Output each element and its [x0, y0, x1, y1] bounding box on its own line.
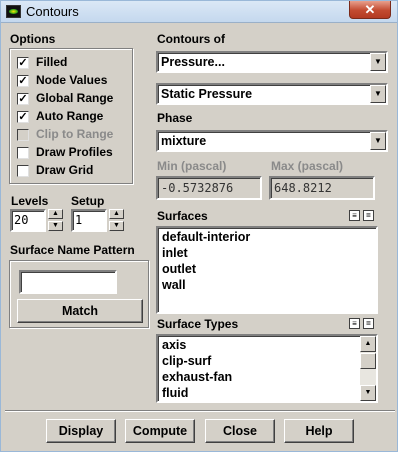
check-icon: ✓ — [17, 75, 29, 87]
surface-name-pattern-input[interactable] — [19, 270, 117, 294]
contours-of-heading: Contours of — [157, 32, 225, 46]
app-icon — [6, 5, 21, 18]
setup-value: 1 — [75, 213, 83, 227]
max-value: 648.8212 — [274, 181, 332, 195]
surfaces-list[interactable]: default-interior inlet outlet wall — [156, 226, 378, 314]
min-label: Min (pascal) — [157, 159, 227, 173]
list-item[interactable]: fluid — [162, 386, 188, 400]
deselect-all-types-icon[interactable]: = — [363, 318, 374, 329]
help-button[interactable]: Help — [284, 419, 354, 443]
global-range-label: Global Range — [36, 91, 114, 105]
surface-types-list[interactable]: axis clip-surf exhaust-fan fluid ▲ ▼ — [156, 334, 378, 403]
select-all-types-icon[interactable]: ≡ — [349, 318, 360, 329]
options-group: ✓ Filled ✓ Node Values ✓ Global Range ✓ … — [9, 48, 133, 184]
max-field: 648.8212 — [269, 176, 375, 200]
chevron-down-icon: ▼ — [370, 132, 386, 150]
close-button[interactable]: Close — [205, 419, 275, 443]
levels-down-icon[interactable]: ▼ — [48, 221, 63, 231]
levels-up-icon[interactable]: ▲ — [48, 209, 63, 219]
list-item[interactable]: exhaust-fan — [162, 370, 232, 384]
footer-divider — [5, 410, 395, 412]
compute-button[interactable]: Compute — [125, 419, 195, 443]
phase-heading: Phase — [157, 111, 193, 125]
clip-to-range-label: Clip to Range — [36, 127, 114, 141]
auto-range-label: Auto Range — [36, 109, 104, 123]
scroll-down-icon[interactable]: ▼ — [360, 385, 376, 401]
phase-value: mixture — [161, 134, 207, 148]
levels-input[interactable]: 20 — [10, 209, 46, 232]
node-values-label: Node Values — [36, 73, 108, 87]
list-item[interactable]: wall — [162, 278, 186, 292]
phase-dropdown[interactable]: mixture ▼ — [156, 130, 388, 152]
chevron-down-icon: ▼ — [370, 85, 386, 103]
levels-value: 20 — [14, 213, 29, 227]
surface-name-pattern-group: Match — [9, 260, 149, 328]
surface-types-heading: Surface Types — [157, 317, 239, 331]
options-heading: Options — [10, 32, 56, 46]
min-value: -0.5732876 — [161, 181, 234, 195]
draw-grid-label: Draw Grid — [36, 163, 94, 177]
select-all-surfaces-icon[interactable]: ≡ — [349, 210, 360, 221]
list-item[interactable]: outlet — [162, 262, 196, 276]
surface-types-scrollbar[interactable]: ▲ ▼ — [360, 336, 376, 401]
window-title: Contours — [26, 4, 79, 19]
scroll-thumb[interactable] — [360, 353, 376, 369]
deselect-all-surfaces-icon[interactable]: = — [363, 210, 374, 221]
chevron-down-icon: ▼ — [370, 53, 386, 71]
max-label: Max (pascal) — [271, 159, 344, 173]
contours-of-quantity-dropdown[interactable]: Static Pressure ▼ — [156, 83, 388, 105]
match-button[interactable]: Match — [17, 299, 143, 323]
close-window-button[interactable]: ✕ — [349, 1, 391, 19]
setup-up-icon[interactable]: ▲ — [109, 209, 124, 219]
list-item[interactable]: default-interior — [162, 230, 250, 244]
check-icon: ✓ — [17, 57, 29, 69]
title-bar[interactable]: Contours ✕ — [1, 1, 397, 23]
surface-name-pattern-label: Surface Name Pattern — [10, 243, 135, 257]
contours-dialog: Contours ✕ Options ✓ Filled ✓ Node Value… — [0, 0, 398, 452]
display-button[interactable]: Display — [46, 419, 116, 443]
filled-label: Filled — [36, 55, 68, 69]
scroll-up-icon[interactable]: ▲ — [360, 336, 376, 352]
surfaces-heading: Surfaces — [157, 209, 208, 223]
list-item[interactable]: inlet — [162, 246, 188, 260]
setup-input[interactable]: 1 — [71, 209, 107, 232]
list-item[interactable]: axis — [162, 338, 186, 352]
min-field: -0.5732876 — [156, 176, 262, 200]
contours-of-category-value: Pressure... — [161, 55, 225, 69]
list-item[interactable]: clip-surf — [162, 354, 211, 368]
check-icon: ✓ — [17, 93, 29, 105]
setup-label: Setup — [71, 194, 105, 208]
setup-down-icon[interactable]: ▼ — [109, 221, 124, 231]
contours-of-quantity-value: Static Pressure — [161, 87, 253, 101]
contours-of-category-dropdown[interactable]: Pressure... ▼ — [156, 51, 388, 73]
levels-label: Levels — [11, 194, 49, 208]
check-icon: ✓ — [17, 111, 29, 123]
draw-profiles-label: Draw Profiles — [36, 145, 113, 159]
